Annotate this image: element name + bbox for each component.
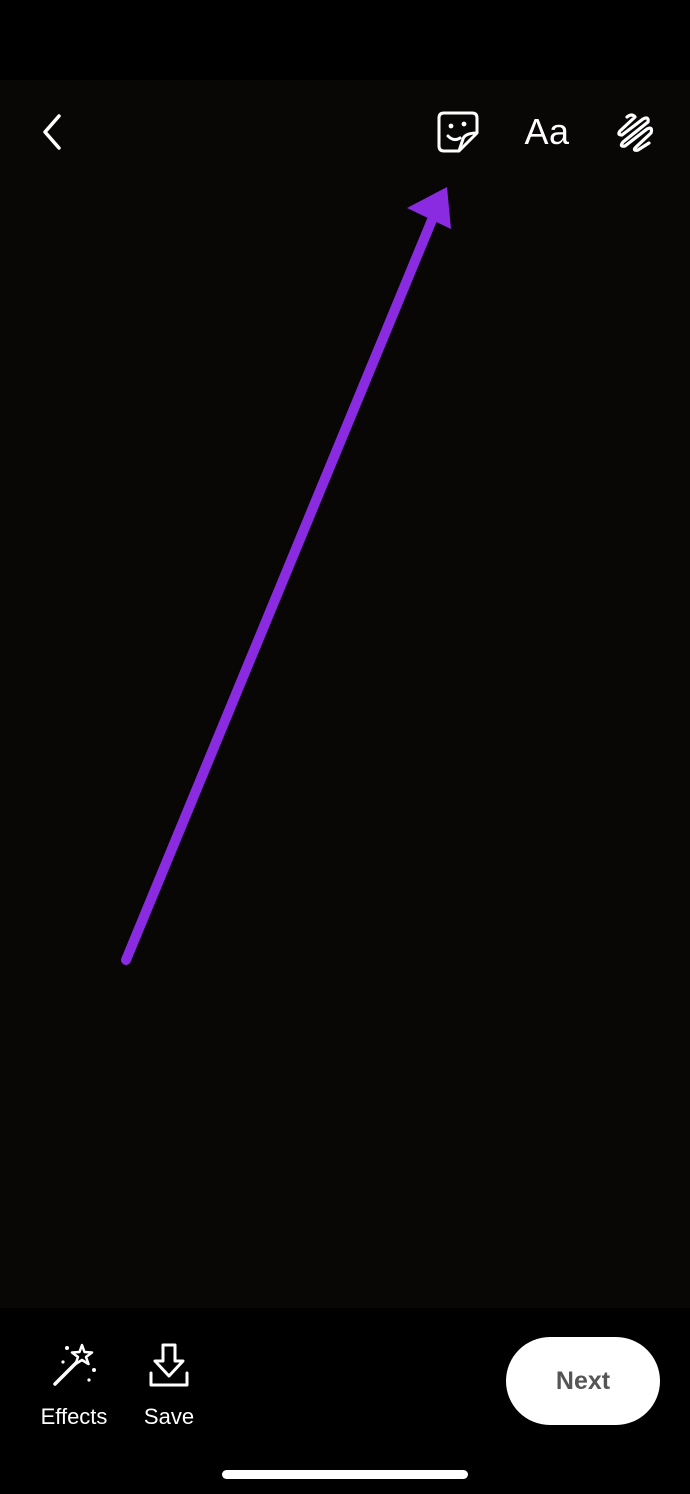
sticker-icon [437,111,479,153]
back-button[interactable] [26,100,78,164]
effects-label: Effects [40,1404,108,1429]
text-tool-label: Aa [524,111,570,152]
text-tool-button[interactable]: Aa [516,100,578,164]
top-toolbar: Aa [0,100,690,164]
story-canvas[interactable] [0,80,690,1308]
status-bar [0,0,690,80]
save-label: Save [143,1404,195,1429]
effects-button[interactable]: Effects [30,1340,118,1430]
sticker-button[interactable] [428,100,488,164]
magic-wand-icon [53,1343,96,1386]
draw-button[interactable] [604,100,666,164]
next-button[interactable]: Next [506,1337,660,1425]
save-button[interactable]: Save [134,1340,204,1430]
download-icon [149,1343,189,1387]
home-indicator [222,1470,468,1479]
chevron-left-icon [43,114,61,150]
squiggle-draw-icon [617,113,654,152]
